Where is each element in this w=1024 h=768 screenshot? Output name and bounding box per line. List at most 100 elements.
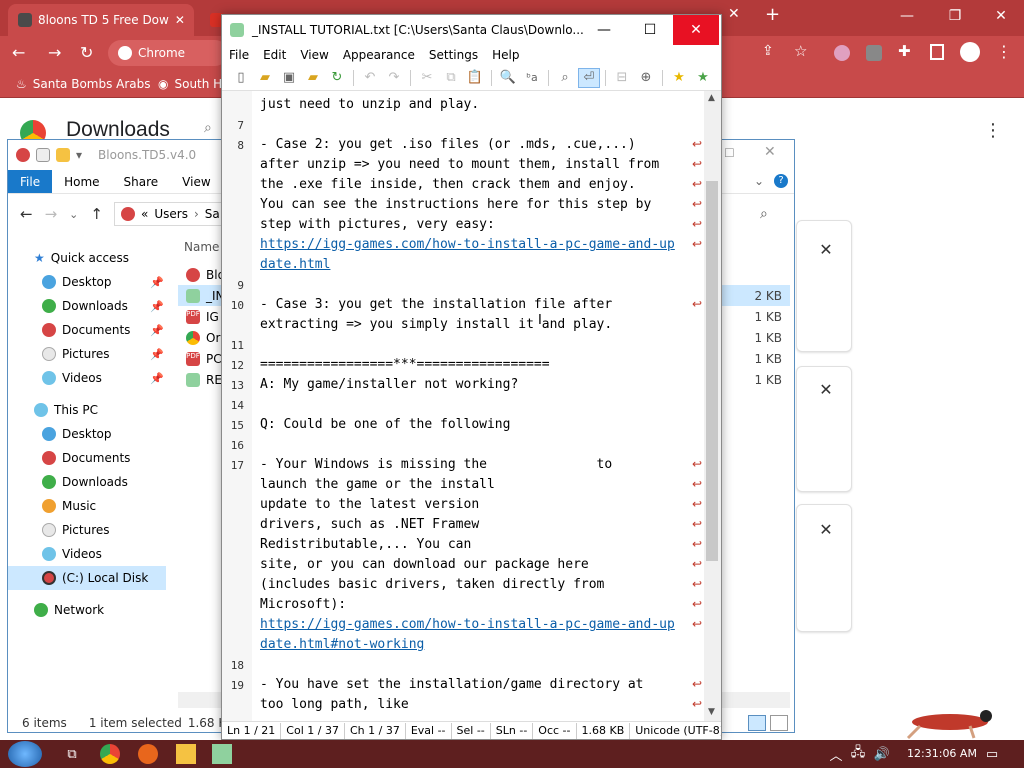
recent-locations-icon[interactable]: ⌄ bbox=[69, 208, 78, 221]
menu-file[interactable]: File bbox=[222, 45, 256, 65]
network-status-icon[interactable]: 🖧 bbox=[848, 744, 868, 764]
text-link[interactable]: date.html#not-working bbox=[260, 635, 424, 655]
favorites-icon[interactable]: ★ bbox=[668, 68, 690, 88]
folder-icon[interactable] bbox=[56, 148, 70, 162]
bookmark-south-h[interactable]: ◉ South H bbox=[158, 74, 222, 94]
scroll-down-arrow-icon[interactable]: ▼ bbox=[708, 707, 715, 717]
word-wrap-icon[interactable]: ⏎ bbox=[578, 67, 600, 88]
cut-icon[interactable]: ✂ bbox=[416, 68, 438, 88]
nav-network[interactable]: Network bbox=[8, 598, 166, 622]
forward-arrow-icon[interactable]: → bbox=[45, 205, 58, 223]
paste-icon[interactable]: 📋 bbox=[464, 68, 486, 88]
quick-access-toolbar-arrow-icon[interactable]: ▾ bbox=[76, 148, 82, 162]
search-icon[interactable]: ⌕ bbox=[204, 120, 212, 136]
start-button[interactable] bbox=[8, 741, 42, 767]
extensions-puzzle-icon[interactable]: ✚ bbox=[898, 42, 911, 60]
large-icons-view-icon[interactable] bbox=[770, 715, 788, 731]
notifications-icon[interactable]: ▭ bbox=[982, 744, 1002, 764]
remove-download-icon[interactable]: ✕ bbox=[818, 520, 834, 539]
zoom-icon[interactable]: ⌕ bbox=[554, 68, 576, 88]
nav-qa-downloads[interactable]: Downloads 📌 bbox=[8, 294, 166, 318]
back-arrow-icon[interactable]: ← bbox=[12, 43, 25, 62]
expand-ribbon-icon[interactable]: ⌄ bbox=[754, 174, 764, 188]
save-icon[interactable]: ▣ bbox=[278, 68, 300, 88]
close-tab-icon[interactable]: ✕ bbox=[175, 13, 185, 27]
restore-icon[interactable]: ❐ bbox=[932, 0, 978, 32]
text-editor[interactable]: 7 8 9 10 11 12 13 14 15 16 17 18 19 just need to unz… bbox=[222, 91, 721, 721]
nav-qa-documents[interactable]: Documents 📌 bbox=[8, 318, 166, 342]
text-link[interactable]: date.html bbox=[260, 255, 330, 275]
extension-icon[interactable] bbox=[834, 45, 850, 61]
nav-pc-music[interactable]: Music bbox=[8, 494, 166, 518]
nav-qa-pictures[interactable]: Pictures 📌 bbox=[8, 342, 166, 366]
nav-quick-access[interactable]: ★ Quick access bbox=[8, 246, 166, 270]
new-tab-icon[interactable]: + bbox=[765, 4, 780, 25]
remove-download-icon[interactable]: ✕ bbox=[818, 240, 834, 259]
tab-share[interactable]: Share bbox=[112, 170, 171, 193]
find-icon[interactable]: 🔍 bbox=[497, 68, 519, 88]
zoom-out-icon[interactable]: ⊟ bbox=[611, 68, 633, 88]
breadcrumb-overflow[interactable]: « bbox=[141, 207, 148, 221]
volume-icon[interactable]: 🔊 bbox=[872, 744, 892, 764]
menu-settings[interactable]: Settings bbox=[422, 45, 485, 65]
nav-pc-local-disk[interactable]: (C:) Local Disk bbox=[8, 566, 166, 590]
remove-download-icon[interactable]: ✕ bbox=[818, 380, 834, 399]
breadcrumb-user[interactable]: Sa bbox=[205, 207, 220, 221]
maximize-icon[interactable]: ☐ bbox=[724, 146, 735, 160]
menu-view[interactable]: View bbox=[293, 45, 335, 65]
menu-help[interactable]: Help bbox=[485, 45, 526, 65]
bookmark-star-icon[interactable]: ☆ bbox=[794, 42, 807, 60]
file-explorer-taskbar-icon[interactable] bbox=[176, 744, 196, 764]
nav-pc-desktop[interactable]: Desktop bbox=[8, 422, 166, 446]
chrome-taskbar-icon[interactable] bbox=[100, 744, 120, 764]
back-arrow-icon[interactable]: ← bbox=[20, 205, 33, 223]
close-window-icon[interactable]: ✕ bbox=[978, 0, 1024, 32]
text-link[interactable]: https://igg-games.com/how-to-install-a-p… bbox=[260, 235, 675, 255]
nav-pc-documents[interactable]: Documents bbox=[8, 446, 166, 470]
menu-edit[interactable]: Edit bbox=[256, 45, 293, 65]
properties-icon[interactable] bbox=[36, 148, 50, 162]
tab-home[interactable]: Home bbox=[52, 170, 111, 193]
close-tab-icon[interactable]: ✕ bbox=[728, 6, 740, 22]
firefox-taskbar-icon[interactable] bbox=[138, 744, 158, 764]
new-file-icon[interactable]: ▯ bbox=[230, 68, 252, 88]
close-icon[interactable]: ✕ bbox=[764, 144, 776, 160]
forward-arrow-icon[interactable]: → bbox=[48, 43, 61, 62]
minimize-icon[interactable]: — bbox=[581, 15, 627, 45]
profile-avatar[interactable] bbox=[960, 42, 980, 62]
close-icon[interactable]: ✕ bbox=[673, 15, 719, 45]
address-bar[interactable]: « Users › Sa bbox=[114, 202, 224, 226]
notepad-taskbar-icon[interactable] bbox=[212, 744, 232, 764]
reload-icon[interactable]: ↻ bbox=[326, 68, 348, 88]
menu-appearance[interactable]: Appearance bbox=[336, 45, 422, 65]
share-icon[interactable]: ⇪ bbox=[762, 43, 774, 59]
chrome-tab-bloons[interactable]: 8loons TD 5 Free Dow ✕ bbox=[8, 4, 194, 36]
nav-pc-downloads[interactable]: Downloads bbox=[8, 470, 166, 494]
breadcrumb-users[interactable]: Users bbox=[154, 207, 188, 221]
undo-icon[interactable]: ↶ bbox=[359, 68, 381, 88]
side-panel-icon[interactable] bbox=[930, 44, 944, 60]
more-actions-icon[interactable]: ⋮ bbox=[984, 120, 1002, 141]
nav-qa-desktop[interactable]: Desktop 📌 bbox=[8, 270, 166, 294]
text-link[interactable]: https://igg-games.com/how-to-install-a-p… bbox=[260, 615, 675, 635]
show-hidden-icons-icon[interactable]: ︿ bbox=[826, 744, 846, 764]
browse-icon[interactable]: ▰ bbox=[302, 68, 324, 88]
maximize-icon[interactable]: ☐ bbox=[627, 15, 673, 45]
search-icon[interactable]: ⌕ bbox=[760, 206, 768, 222]
extension-icon[interactable] bbox=[866, 45, 882, 61]
nav-this-pc[interactable]: This PC bbox=[8, 398, 166, 422]
details-view-icon[interactable] bbox=[748, 715, 766, 731]
add-favorite-icon[interactable]: ★ bbox=[692, 68, 714, 88]
taskbar-clock[interactable]: 12:31:06 AM bbox=[894, 744, 990, 764]
minimize-icon[interactable]: — bbox=[884, 0, 930, 32]
tab-file[interactable]: File bbox=[8, 170, 53, 193]
nav-qa-videos[interactable]: Videos 📌 bbox=[8, 366, 166, 390]
omnibox[interactable]: Chrome bbox=[108, 40, 228, 66]
up-arrow-icon[interactable]: ↑ bbox=[90, 205, 103, 223]
open-folder-icon[interactable]: ▰ bbox=[254, 68, 276, 88]
scroll-up-arrow-icon[interactable]: ▲ bbox=[708, 93, 715, 103]
copy-icon[interactable]: ⧉ bbox=[440, 68, 462, 88]
bookmark-santa-bombs[interactable]: ♨ Santa Bombs Arabs bbox=[16, 74, 151, 94]
column-header-name[interactable]: Name bbox=[184, 240, 219, 254]
help-icon[interactable]: ? bbox=[774, 174, 788, 188]
